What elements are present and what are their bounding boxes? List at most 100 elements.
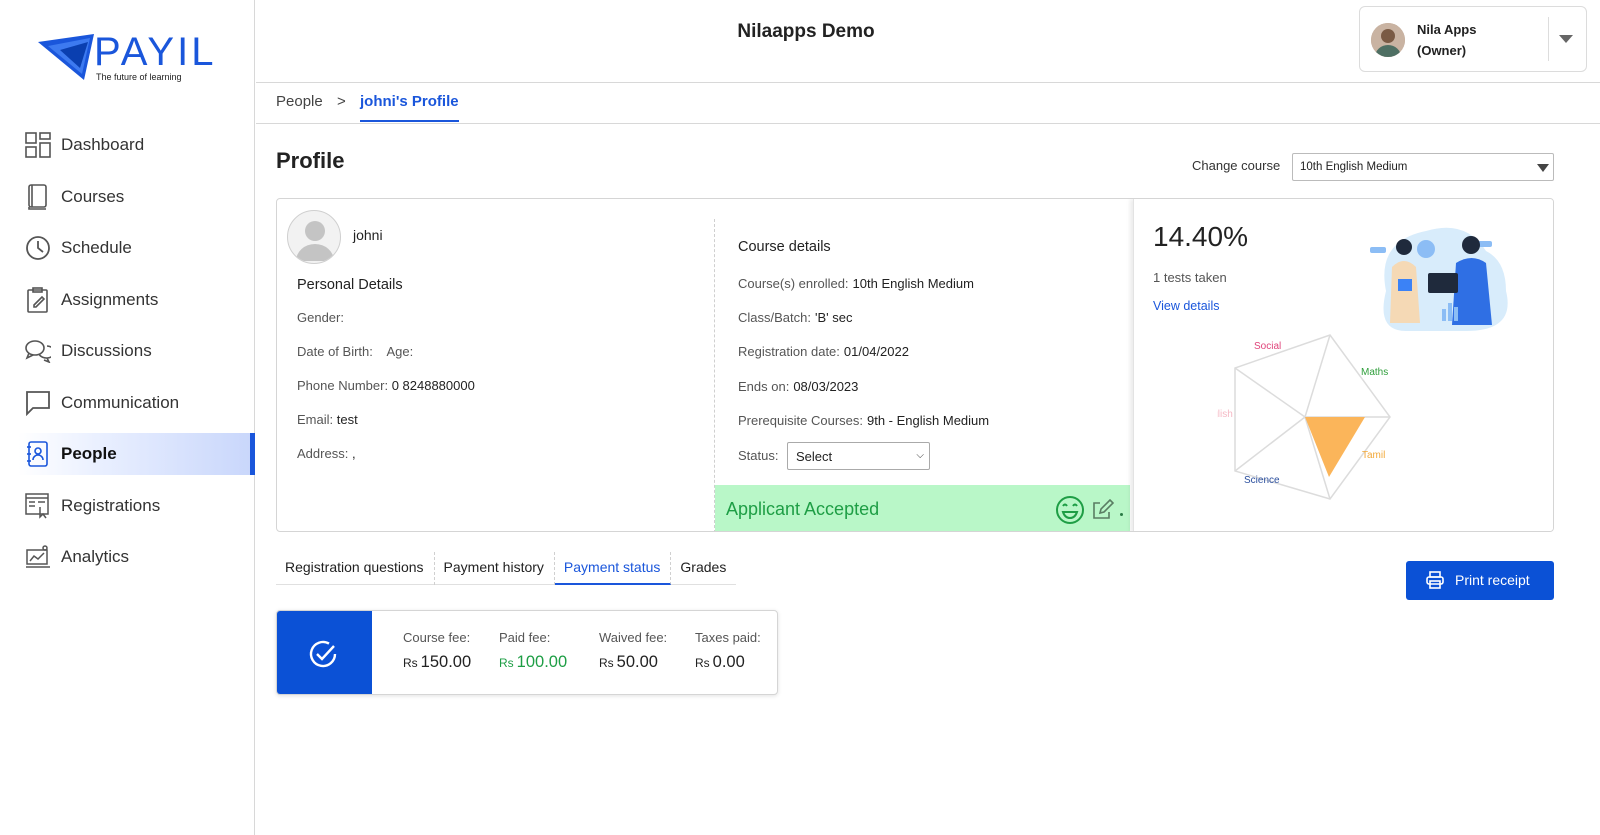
clock-icon (24, 234, 52, 262)
registration-date-field: Registration date: 01/04/2022 (738, 344, 909, 359)
registration-form-icon (24, 492, 52, 520)
taxes-paid-amount: Rs 0.00 (695, 653, 761, 672)
phone-value: 0 8248880000 (391, 378, 475, 393)
dob-field: Date of Birth: Age: (297, 344, 413, 359)
chevron-right-icon: > (337, 93, 346, 110)
tab-payment-history[interactable]: Payment history (435, 552, 555, 585)
caret-down-icon[interactable] (1559, 35, 1573, 43)
course-fee-amount: Rs 150.00 (403, 653, 471, 672)
sidebar-item-label: People (61, 444, 117, 463)
radar-label-maths: Maths (1361, 367, 1388, 378)
user-menu[interactable]: Nila Apps (Owner) (1359, 6, 1587, 72)
phone-field: Phone Number: 0 8248880000 (297, 378, 475, 393)
edit-icon[interactable] (1092, 498, 1115, 521)
brand-name: PAYIL (94, 30, 217, 74)
sidebar-item-label: Schedule (61, 238, 132, 257)
email-field: Email: test (297, 412, 358, 427)
course-fee: Course fee: Rs 150.00 (403, 630, 471, 672)
radar-label-social: Social (1254, 341, 1281, 352)
sidebar-item-discussions[interactable]: Discussions (0, 330, 255, 372)
caret-down-icon (1537, 164, 1549, 172)
ends-on-label: Ends on: (738, 379, 790, 394)
score-percent: 14.40% (1153, 221, 1248, 252)
sidebar-item-assignments[interactable]: Assignments (0, 279, 255, 321)
taxes-paid: Taxes paid: Rs 0.00 (695, 630, 761, 672)
test-stats-panel: 14.40% 1 tests taken View details Social… (1133, 199, 1553, 531)
status-select-value: Select (796, 449, 833, 464)
sidebar-item-analytics[interactable]: Analytics (0, 536, 255, 578)
email-label: Email: (297, 412, 334, 427)
breadcrumb: People > johni's Profile (256, 84, 1600, 124)
tab-registration-questions[interactable]: Registration questions (276, 552, 435, 585)
email-value: test (336, 412, 358, 427)
applicant-status-text: Applicant Accepted (726, 499, 880, 519)
smile-icon[interactable] (1055, 495, 1085, 525)
courses-enrolled-field: Course(s) enrolled: 10th English Medium (738, 276, 974, 291)
paid-fee-value: 100.00 (516, 653, 568, 671)
applicant-status-banner: Applicant Accepted (715, 485, 1130, 531)
sidebar-item-dashboard[interactable]: Dashboard (0, 124, 255, 166)
tab-grades[interactable]: Grades (671, 552, 736, 585)
top-header: Nilaapps Demo Nila Apps (Owner) (256, 0, 1600, 83)
student-name: johni (353, 227, 383, 243)
sidebar-item-label: Communication (61, 392, 180, 412)
personal-details-title: Personal Details (297, 277, 403, 293)
check-circle-icon (309, 640, 337, 668)
sidebar-item-schedule[interactable]: Schedule (0, 227, 255, 269)
address-value: , (351, 446, 356, 461)
user-menu-divider (1548, 17, 1549, 61)
payment-status-card: Course fee: Rs 150.00 Paid fee: Rs 100.00 … (276, 610, 778, 695)
breadcrumb-current[interactable]: johni's Profile (360, 93, 459, 122)
dob-label: Date of Birth: (297, 344, 373, 359)
status-select[interactable]: Select ⌵ (787, 442, 930, 470)
breadcrumb-people-link[interactable]: People (276, 93, 323, 110)
payment-status-badge (277, 611, 372, 694)
view-details-link[interactable]: View details (1153, 299, 1219, 313)
address-field: Address: , (297, 446, 356, 461)
waived-fee-amount: Rs 50.00 (599, 653, 667, 672)
print-receipt-button[interactable]: Print receipt (1406, 561, 1554, 600)
waived-fee-label: Waived fee: (599, 630, 668, 645)
change-course-select[interactable]: 10th English Medium (1292, 153, 1554, 181)
sidebar-item-label: Discussions (61, 341, 152, 360)
gender-label: Gender: (297, 310, 344, 325)
currency-symbol: Rs (403, 656, 418, 670)
print-receipt-label: Print receipt (1455, 572, 1530, 588)
prerequisite-field: Prerequisite Courses: 9th - English Mediu… (738, 413, 989, 428)
phone-label: Phone Number: (297, 378, 389, 393)
sidebar-item-communication[interactable]: Communication (0, 382, 255, 424)
brand-tagline: The future of learning (96, 72, 182, 82)
sidebar-item-label: Assignments (61, 289, 159, 309)
sidebar-item-courses[interactable]: Courses (0, 176, 255, 218)
sidebar-item-label: Registrations (61, 495, 161, 515)
radar-label-tamil: Tamil (1362, 450, 1385, 461)
page-title: Profile (276, 148, 345, 173)
taxes-paid-label: Taxes paid: (695, 630, 761, 645)
profile-tabs: Registration questions Payment history P… (276, 552, 737, 585)
subject-radar-chart: Social Maths Tamil Science English (1217, 334, 1391, 500)
profile-avatar[interactable] (287, 210, 341, 264)
logo-mark-icon (38, 34, 94, 80)
payil-logo[interactable]: PAYIL The future of learning (38, 30, 218, 85)
currency-symbol: Rs (695, 656, 710, 670)
chat-bubbles-icon (24, 337, 52, 365)
sidebar-item-registrations[interactable]: Registrations (0, 485, 255, 527)
sidebar-item-people[interactable]: People (18, 433, 255, 475)
gender-field: Gender: (297, 310, 344, 325)
tests-taken: 1 tests taken (1153, 270, 1227, 285)
change-course-value: 10th English Medium (1300, 161, 1408, 173)
age-label: Age: (386, 344, 414, 359)
analytics-icon (24, 543, 52, 571)
printer-icon (1426, 571, 1444, 589)
class-batch-value: 'B' sec (814, 310, 853, 325)
course-fee-value: 150.00 (420, 653, 472, 671)
ends-on-value: 08/03/2023 (793, 379, 859, 394)
sidebar: PAYIL The future of learning Dashboard C… (0, 0, 255, 835)
ends-on-field: Ends on: 08/03/2023 (738, 379, 858, 394)
currency-symbol: Rs (499, 656, 514, 670)
waived-fee-value: 50.00 (616, 653, 658, 671)
radar-label-science: Science (1244, 475, 1280, 486)
tab-payment-status[interactable]: Payment status (554, 552, 672, 585)
sidebar-nav: Dashboard Courses Schedule Assignments D… (0, 124, 255, 588)
user-name: Nila Apps (1417, 22, 1477, 37)
